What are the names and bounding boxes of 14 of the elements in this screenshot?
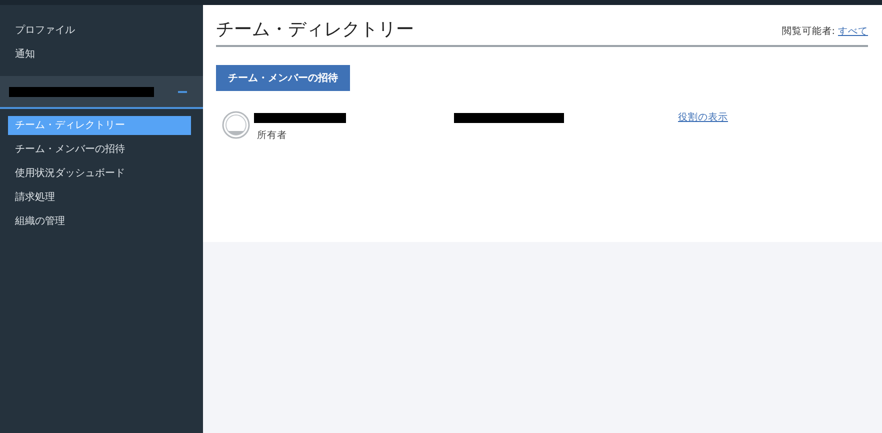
avatar-icon [222,111,250,139]
section-header[interactable] [0,76,203,109]
sidebar-item[interactable]: 使用状況ダッシュボード [8,164,191,183]
member-role: 所有者 [257,129,288,142]
invite-button[interactable]: チーム・メンバーの招待 [216,65,350,91]
page-title: チーム・ディレクトリー [216,18,414,41]
sidebar-item[interactable]: 通知 [0,43,203,67]
sidebar-item[interactable]: プロファイル [0,19,203,43]
sidebar-item[interactable]: 請求処理 [8,188,191,207]
visibility-label: 閲覧可能者: [782,25,835,38]
view-role-link[interactable]: 役割の表示 [678,111,728,124]
visibility-link[interactable]: すべて [838,25,868,38]
sidebar-item[interactable]: 組織の管理 [8,212,191,231]
sidebar-item[interactable]: チーム・メンバーの招待 [8,140,191,159]
